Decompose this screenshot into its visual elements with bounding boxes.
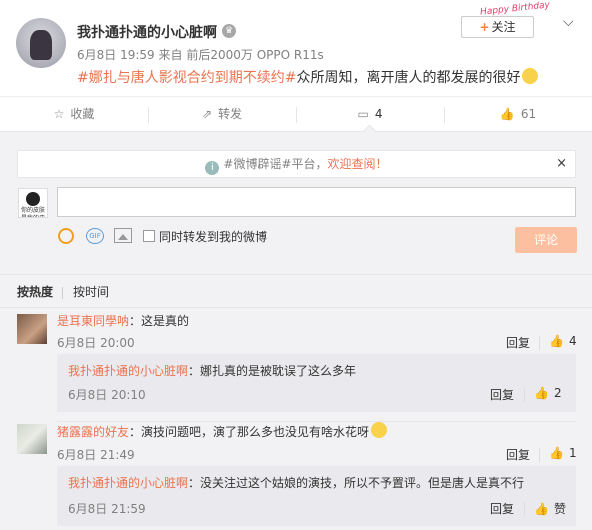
gif-icon[interactable]: GIF (86, 228, 104, 244)
close-icon[interactable]: × (556, 151, 567, 177)
author-name[interactable]: 我扑通扑通的小心脏啊 (77, 22, 217, 42)
comment-icon: ▭ (357, 107, 369, 121)
forward-label: 转发 (218, 107, 243, 121)
comment-like-count: 4 (568, 334, 577, 348)
post-body: 众所周知，离开唐人的都发展的很好 (296, 70, 521, 86)
post-date[interactable]: 6月8日 19:59 (77, 48, 155, 62)
comment-text: 是耳東同學呐：这是真的 (57, 312, 189, 329)
my-avatar: 你的皮肤是我的皮肤 (18, 188, 48, 218)
reply-box: 我扑通扑通的小心脏啊：没关注过这个姑娘的演技，所以不予置评。但是唐人是真不行 6… (57, 466, 576, 526)
star-icon: ☆ (53, 107, 65, 121)
notice-tag[interactable]: #微博辟谣#平台， (223, 157, 327, 171)
post-meta: 6月8日 19:59 来自 前后2000万 OPPO R11s (77, 46, 324, 63)
smile-icon[interactable] (58, 228, 74, 244)
action-divider (524, 502, 525, 516)
forward-button[interactable]: ⇗ 转发 (148, 97, 296, 131)
comment-panel: i#微博辟谣#平台，欢迎查阅！ × 你的皮肤是我的皮肤 GIF 同时转发到我的微… (0, 132, 592, 530)
comment-content: ：演技问题吧，演了那么多也没见有啥水花呀 (129, 425, 370, 439)
action-bar: ☆ 收藏 ⇗ 转发 ▭ 4 👍 61 (0, 96, 592, 132)
comment-time: 6月8日 20:00 (57, 336, 135, 350)
reply-reply-button[interactable]: 回复 (490, 386, 514, 403)
author-avatar[interactable] (16, 18, 66, 68)
forward-checkbox-label[interactable]: 同时转发到我的微博 (159, 228, 267, 245)
reply-text: 我扑通扑通的小心脏啊：娜扎真的是被耽误了这么多年 (68, 362, 356, 379)
comment-item: 猪露露的好友：演技问题吧，演了那么多也没见有啥水花呀 6月8日 21:49 回复… (0, 422, 592, 530)
reply-button[interactable]: 回复 (506, 334, 530, 351)
my-avatar-text: 你的皮肤是我的皮肤 (20, 207, 45, 217)
read-count: 前后2000万 (186, 48, 253, 62)
emoji-icon (371, 422, 388, 438)
my-avatar-face (26, 192, 40, 206)
like-count: 61 (520, 107, 537, 121)
tab-sort-hot[interactable]: 按热度 (17, 275, 53, 309)
reply-box: 我扑通扑通的小心脏啊：娜扎真的是被耽误了这么多年 6月8日 20:10 回复 👍… (57, 354, 576, 412)
comment-count: 4 (374, 107, 383, 121)
reply-time: 6月8日 21:59 (68, 502, 146, 516)
thumbs-up-icon: 👍 (549, 446, 564, 460)
sort-tabs: 按热度 按时间 (0, 274, 592, 308)
forward-icon: ⇗ (201, 107, 213, 121)
image-icon[interactable] (114, 228, 132, 243)
reply-time: 6月8日 20:10 (68, 388, 146, 402)
commenter-avatar[interactable] (17, 424, 47, 454)
reply-content: ：没关注过这个姑娘的演技，所以不予置评。但是唐人是真不行 (188, 476, 525, 490)
forward-checkbox[interactable] (143, 230, 155, 242)
comment-like-button[interactable]: 👍 4 (549, 334, 577, 348)
plus-icon: + (479, 20, 490, 34)
reply-content: ：娜扎真的是被耽误了这么多年 (188, 364, 357, 378)
comment-text: 猪露露的好友：演技问题吧，演了那么多也没见有啥水花呀 (57, 422, 388, 440)
replier-name[interactable]: 我扑通扑通的小心脏啊 (68, 364, 188, 378)
sort-divider (62, 287, 63, 299)
chevron-down-icon[interactable]: ⌵ (563, 14, 574, 30)
source-device[interactable]: OPPO R11s (257, 48, 324, 62)
comment-content: ：这是真的 (129, 314, 190, 328)
comment-like-count: 1 (568, 446, 577, 460)
commenter-name[interactable]: 是耳東同學呐 (57, 314, 129, 328)
comment-button[interactable]: ▭ 4 (296, 97, 444, 131)
rumor-notice: i #微博辟谣#平台，欢迎查阅！ × (17, 150, 576, 178)
crown-icon: ♛ (222, 24, 236, 38)
thumbs-up-icon: 👍 (534, 386, 549, 400)
follow-button[interactable]: + 关注 (461, 16, 534, 38)
notice-link[interactable]: 欢迎查阅！ (328, 157, 388, 171)
reply-like-label: 赞 (553, 502, 566, 516)
commenter-name[interactable]: 猪露露的好友 (57, 425, 129, 439)
thumbs-up-icon: 👍 (549, 334, 564, 348)
reply-like-button[interactable]: 👍 2 (534, 386, 562, 400)
favorite-label: 收藏 (70, 107, 95, 121)
reply-button[interactable]: 回复 (506, 446, 530, 463)
comment-item: 是耳東同學呐：这是真的 6月8日 20:00 回复 👍 4 我扑通扑通的小心脏啊：… (0, 310, 592, 422)
commenter-avatar[interactable] (17, 314, 47, 344)
thumbs-up-icon: 👍 (534, 502, 549, 516)
action-divider (539, 336, 540, 350)
emoji-icon (522, 68, 539, 84)
comment-time: 6月8日 21:49 (57, 448, 135, 462)
submit-comment-button[interactable]: 评论 (515, 227, 577, 253)
post-text: #娜扎与唐人影视合约到期不续约#众所周知，离开唐人的都发展的很好 (77, 67, 539, 87)
reply-like-count: 2 (553, 386, 562, 400)
follow-label: 关注 (491, 20, 516, 34)
reply-like-button[interactable]: 👍 赞 (534, 500, 566, 517)
thumbs-up-icon: 👍 (499, 107, 515, 121)
comment-like-button[interactable]: 👍 1 (549, 446, 577, 460)
favorite-button[interactable]: ☆ 收藏 (0, 97, 148, 131)
hashtag-link[interactable]: #娜扎与唐人影视合约到期不续约# (77, 70, 296, 86)
action-divider (539, 448, 540, 462)
tab-sort-time[interactable]: 按时间 (73, 275, 109, 309)
info-icon: i (205, 161, 220, 175)
reply-reply-button[interactable]: 回复 (490, 500, 514, 517)
post-header: 我扑通扑通的小心脏啊 ♛ 6月8日 19:59 来自 前后2000万 OPPO … (0, 0, 592, 98)
action-divider (524, 388, 525, 402)
comment-input[interactable] (57, 187, 576, 217)
like-button[interactable]: 👍 61 (444, 97, 592, 131)
source-prefix: 来自 (158, 48, 183, 62)
replier-name[interactable]: 我扑通扑通的小心脏啊 (68, 476, 188, 490)
reply-text: 我扑通扑通的小心脏啊：没关注过这个姑娘的演技，所以不予置评。但是唐人是真不行 (68, 474, 524, 491)
